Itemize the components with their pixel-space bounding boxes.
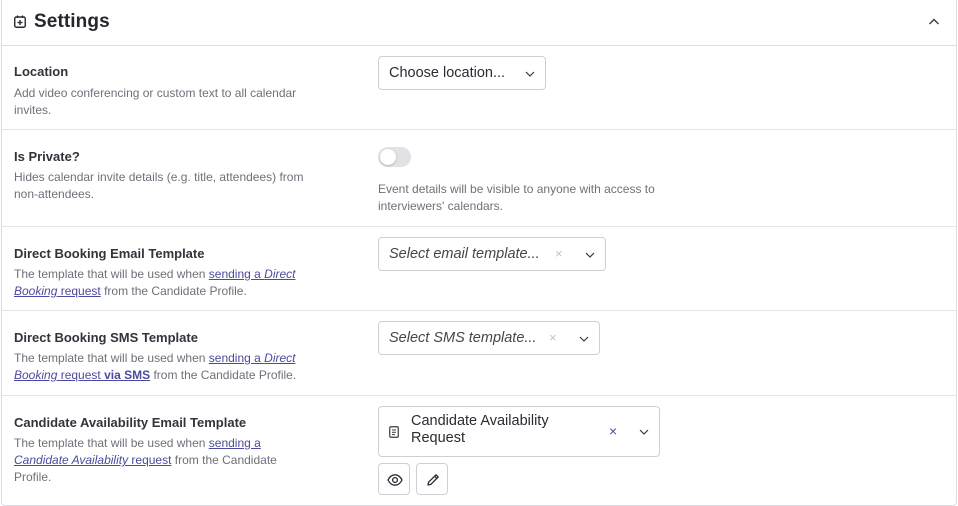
calendar-plus-icon bbox=[14, 15, 26, 28]
location-select-value: Choose location... bbox=[389, 65, 506, 81]
chevron-down-icon bbox=[579, 336, 589, 342]
link-text: sending a bbox=[208, 267, 265, 281]
link-text: request bbox=[57, 284, 101, 298]
chevron-down-icon bbox=[525, 71, 535, 77]
chevron-down-icon bbox=[585, 252, 595, 258]
link-text-italic: Candidate Availability bbox=[14, 453, 129, 467]
location-description: Add video conferencing or custom text to… bbox=[14, 86, 297, 117]
document-icon bbox=[389, 426, 399, 438]
sms-template-placeholder: Select SMS template... bbox=[389, 330, 537, 346]
clear-icon[interactable]: × bbox=[555, 246, 563, 261]
location-select[interactable]: Choose location... bbox=[378, 56, 546, 90]
desc-text: The template that will be used when bbox=[14, 351, 209, 365]
page-title: Settings bbox=[34, 11, 110, 32]
availability-template-description: The template that will be used when send… bbox=[14, 435, 314, 486]
location-label: Location bbox=[14, 64, 69, 79]
availability-template-row: Candidate Availability Email Template Th… bbox=[2, 396, 956, 504]
email-template-row: Direct Booking Email Template The templa… bbox=[2, 227, 956, 311]
availability-template-value: Candidate Availability Request bbox=[411, 413, 549, 446]
pencil-icon bbox=[427, 474, 439, 486]
clear-icon[interactable]: × bbox=[549, 330, 557, 345]
settings-header[interactable]: Settings bbox=[2, 0, 956, 46]
link-text: sending a bbox=[208, 436, 261, 450]
location-row: Location Add video conferencing or custo… bbox=[2, 46, 956, 130]
chevron-up-icon[interactable] bbox=[928, 16, 940, 28]
desc-text: The template that will be used when bbox=[14, 436, 209, 450]
eye-icon bbox=[387, 474, 403, 486]
link-text: request bbox=[57, 368, 105, 382]
link-text: request bbox=[128, 453, 172, 467]
link-text-bold: via SMS bbox=[104, 368, 151, 382]
email-template-description: The template that will be used when send… bbox=[14, 266, 324, 300]
private-helper-text: Event details will be visible to anyone … bbox=[378, 182, 655, 213]
chevron-down-icon bbox=[639, 429, 649, 435]
availability-template-select[interactable]: Candidate Availability Request × bbox=[378, 406, 660, 457]
sms-template-row: Direct Booking SMS Template The template… bbox=[2, 311, 956, 396]
private-toggle[interactable] bbox=[378, 147, 411, 167]
sms-template-label: Direct Booking SMS Template bbox=[14, 330, 198, 345]
clear-icon[interactable]: × bbox=[609, 423, 617, 439]
desc-text: from the Candidate Profile. bbox=[150, 368, 297, 382]
email-template-placeholder: Select email template... bbox=[389, 246, 540, 262]
preview-template-button[interactable] bbox=[378, 463, 410, 495]
edit-template-button[interactable] bbox=[416, 463, 448, 495]
availability-template-label: Candidate Availability Email Template bbox=[14, 415, 247, 430]
toggle-knob bbox=[380, 149, 396, 165]
desc-text: The template that will be used when bbox=[14, 267, 209, 281]
sms-template-description: The template that will be used when send… bbox=[14, 350, 324, 384]
private-description: Hides calendar invite details (e.g. titl… bbox=[14, 170, 304, 201]
sms-template-select[interactable]: Select SMS template... × bbox=[378, 321, 600, 355]
settings-panel: Settings Location Add video conferencing… bbox=[1, 0, 957, 506]
email-template-select[interactable]: Select email template... × bbox=[378, 237, 606, 271]
email-template-label: Direct Booking Email Template bbox=[14, 246, 205, 261]
desc-text: from the Candidate Profile. bbox=[100, 284, 247, 298]
private-label: Is Private? bbox=[14, 149, 80, 164]
link-text: sending a bbox=[208, 351, 265, 365]
